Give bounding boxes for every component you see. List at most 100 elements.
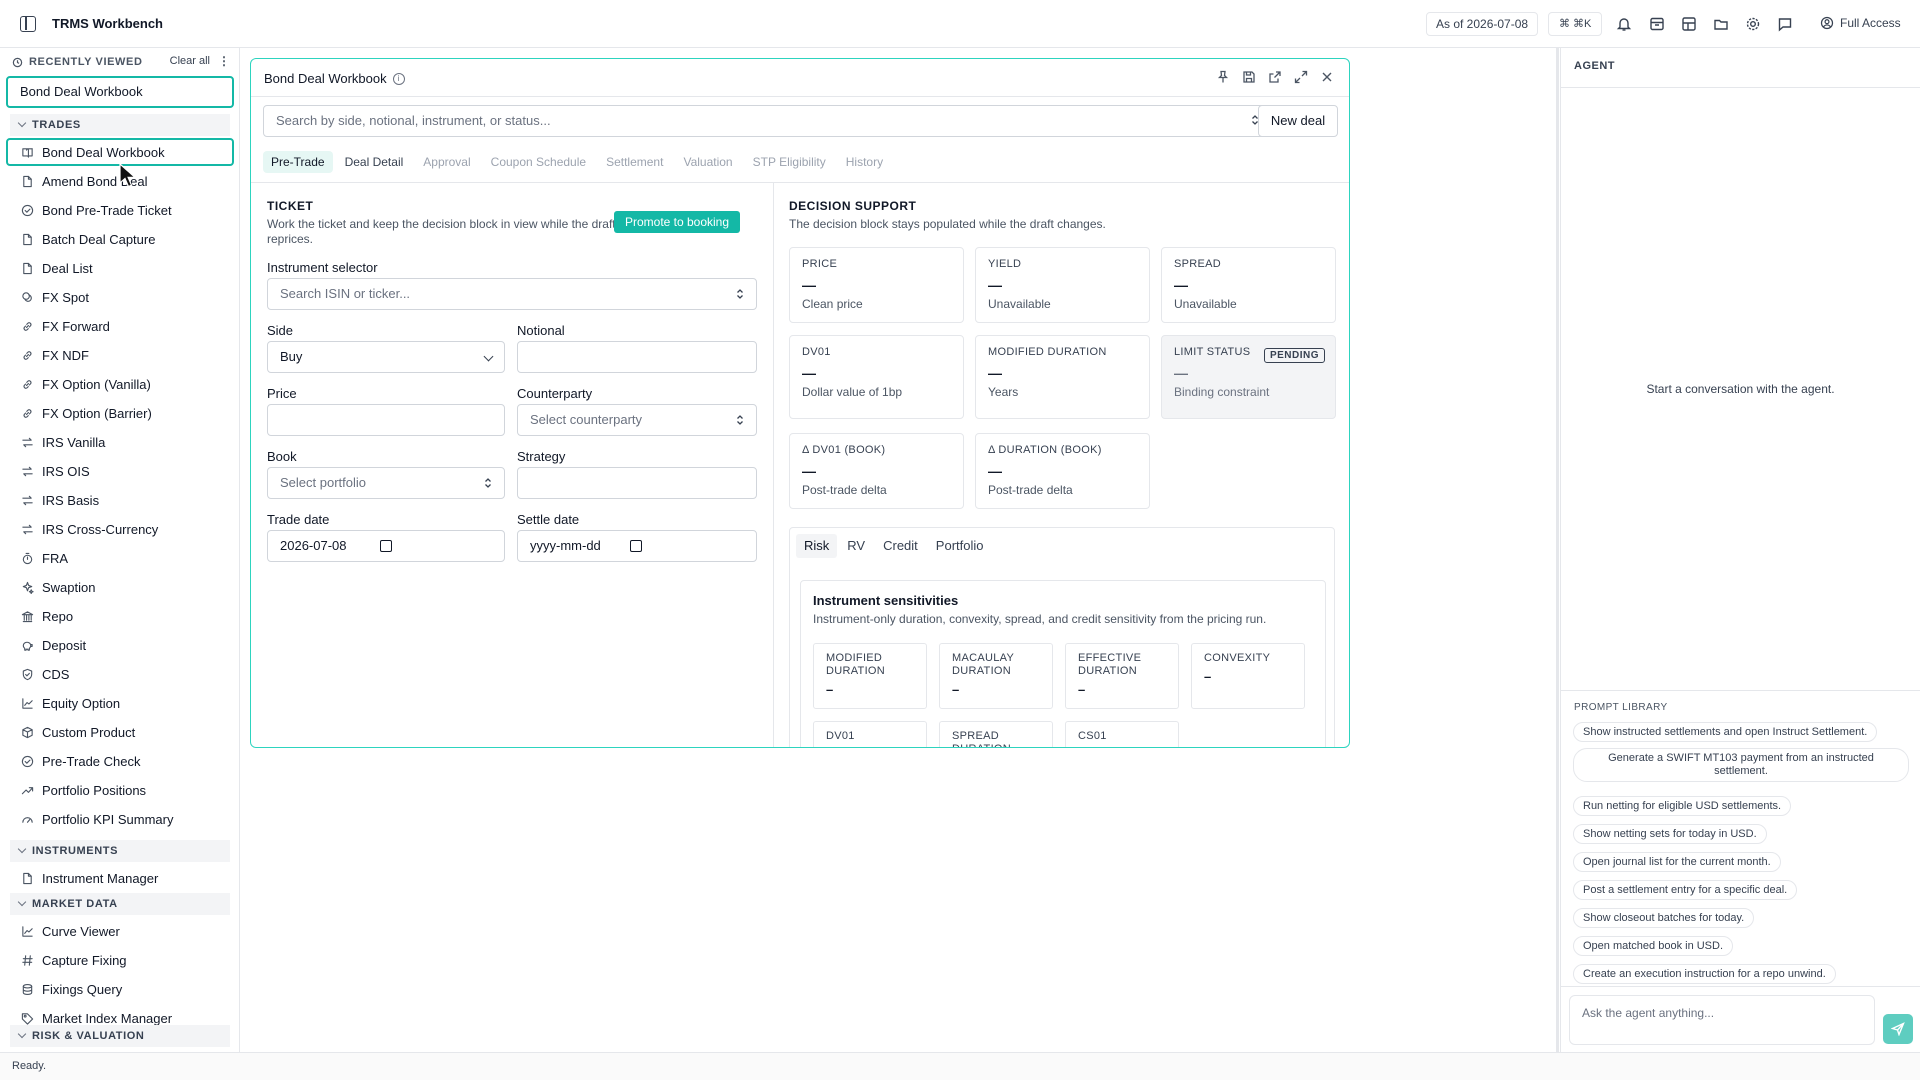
agent-panel: AGENT Start a conversation with the agen… xyxy=(1560,48,1920,1052)
sensitivity-card-modified-duration: MODIFIED DURATION – xyxy=(813,643,927,709)
sidebar-item-portfolio-positions[interactable]: Portfolio Positions xyxy=(6,776,234,804)
clear-all-button[interactable]: Clear all xyxy=(170,55,210,67)
sidebar-item-pre-trade-check[interactable]: Pre-Trade Check xyxy=(6,747,234,775)
sensitivity-label: DV01 xyxy=(826,730,855,742)
close-icon[interactable] xyxy=(1320,70,1336,86)
sidebar-item-bond-pre-trade-ticket[interactable]: Bond Pre-Trade Ticket xyxy=(6,196,234,224)
prompt-chip[interactable]: Generate a SWIFT MT103 payment from an i… xyxy=(1573,748,1909,782)
tab-risk[interactable]: Risk xyxy=(796,534,838,558)
as-of-date[interactable]: As of 2026-07-08 xyxy=(1426,12,1539,36)
metric-card-modified-duration: MODIFIED DURATION — Years xyxy=(975,335,1150,419)
more-options-icon[interactable]: ⋮ xyxy=(218,54,230,68)
sensitivity-card-effective-duration: EFFECTIVE DURATION – xyxy=(1065,643,1179,709)
sidebar-item-deposit[interactable]: Deposit xyxy=(6,631,234,659)
sidebar-item-repo[interactable]: Repo xyxy=(6,602,234,630)
deal-search-input[interactable]: Search by side, notional, instrument, or… xyxy=(263,105,1266,137)
sidebar-item-cds[interactable]: CDS xyxy=(6,660,234,688)
sidebar-item-label: FX NDF xyxy=(42,347,89,363)
prompt-chip[interactable]: Show closeout batches for today. xyxy=(1573,908,1755,928)
sensitivity-card-cs01: CS01 xyxy=(1065,721,1179,747)
sidebar-item-fx-forward[interactable]: FX Forward xyxy=(6,312,234,340)
sidebar-item-portfolio-kpi-summary[interactable]: Portfolio KPI Summary xyxy=(6,805,234,833)
prompt-chip[interactable]: Open journal list for the current month. xyxy=(1573,852,1781,872)
tab-portfolio[interactable]: Portfolio xyxy=(928,534,992,558)
info-icon[interactable]: i xyxy=(392,72,405,85)
prompt-chip[interactable]: Post a settlement entry for a specific d… xyxy=(1573,880,1798,900)
sidebar-item-instrument-manager[interactable]: Instrument Manager xyxy=(6,864,234,892)
tab-credit[interactable]: Credit xyxy=(875,534,926,558)
sidebar-item-irs-ois[interactable]: IRS OIS xyxy=(6,457,234,485)
prompt-chip[interactable]: Run netting for eligible USD settlements… xyxy=(1573,796,1792,816)
side-label: Side xyxy=(267,323,294,338)
sidebar-toggle-icon[interactable] xyxy=(20,16,36,32)
recent-item[interactable]: Bond Deal Workbook xyxy=(6,76,234,108)
gauge-icon xyxy=(20,812,34,826)
prompt-chip[interactable]: Create an execution instruction for a re… xyxy=(1573,964,1836,984)
book-select[interactable]: Select portfolio xyxy=(267,467,505,499)
tab-stp-eligibility[interactable]: STP Eligibility xyxy=(745,151,834,173)
section-trades[interactable]: TRADES xyxy=(10,114,230,136)
settle-date-input[interactable]: yyyy-mm-dd xyxy=(517,530,757,562)
prompt-chip[interactable]: Show instructed settlements and open Ins… xyxy=(1573,722,1878,742)
strategy-label: Strategy xyxy=(517,449,566,464)
promote-to-booking-button[interactable]: Promote to booking xyxy=(614,211,740,233)
sidebar-item-label: IRS Vanilla xyxy=(42,434,106,450)
sidebar-item-custom-product[interactable]: Custom Product xyxy=(6,718,234,746)
tab-approval[interactable]: Approval xyxy=(415,151,478,173)
send-button[interactable] xyxy=(1883,1014,1913,1044)
sidebar-item-fixings-query[interactable]: Fixings Query xyxy=(6,975,234,1003)
sidebar-item-irs-vanilla[interactable]: IRS Vanilla xyxy=(6,428,234,456)
tab-settlement[interactable]: Settlement xyxy=(598,151,671,173)
tab-coupon-schedule[interactable]: Coupon Schedule xyxy=(483,151,594,173)
sidebar-item-irs-basis[interactable]: IRS Basis xyxy=(6,486,234,514)
strategy-input[interactable] xyxy=(517,467,757,499)
prompt-chip[interactable]: Open matched book in USD. xyxy=(1573,936,1734,956)
sidebar-item-fra[interactable]: FRA xyxy=(6,544,234,572)
pin-icon[interactable] xyxy=(1216,70,1232,86)
trade-date-input[interactable]: 2026-07-08 xyxy=(267,530,505,562)
access-level[interactable]: Full Access xyxy=(1820,16,1901,30)
tab-valuation[interactable]: Valuation xyxy=(675,151,740,173)
notional-input[interactable] xyxy=(517,341,757,373)
sidebar-item-bond-deal-workbook[interactable]: Bond Deal Workbook xyxy=(6,138,234,166)
archive-icon[interactable] xyxy=(1648,15,1666,33)
price-input[interactable] xyxy=(267,404,505,436)
chat-icon[interactable] xyxy=(1776,15,1794,33)
sidebar-item-deal-list[interactable]: Deal List xyxy=(6,254,234,282)
sidebar-item-fx-ndf[interactable]: FX NDF xyxy=(6,341,234,369)
folder-icon[interactable] xyxy=(1712,15,1730,33)
box-icon xyxy=(20,725,34,739)
section-market-data[interactable]: MARKET DATA xyxy=(10,893,230,915)
expand-icon[interactable] xyxy=(1294,70,1310,86)
counterparty-select[interactable]: Select counterparty xyxy=(517,404,757,436)
sidebar-item-fx-option-vanilla[interactable]: FX Option (Vanilla) xyxy=(6,370,234,398)
side-select[interactable]: Buy xyxy=(267,341,505,373)
new-deal-button[interactable]: New deal xyxy=(1258,105,1338,137)
section-risk-valuation[interactable]: RISK & VALUATION xyxy=(10,1025,230,1047)
tab-rv[interactable]: RV xyxy=(839,534,873,558)
bell-icon[interactable] xyxy=(1615,15,1633,33)
tab-deal-detail[interactable]: Deal Detail xyxy=(337,151,412,173)
sidebar-item-fx-option-barrier[interactable]: FX Option (Barrier) xyxy=(6,399,234,427)
layout-icon[interactable] xyxy=(1680,15,1698,33)
doc-icon xyxy=(20,174,34,188)
prompt-chip[interactable]: Show netting sets for today in USD. xyxy=(1573,824,1767,844)
sidebar-item-equity-option[interactable]: Equity Option xyxy=(6,689,234,717)
recently-viewed-header: RECENTLY VIEWED Clear all ⋮ xyxy=(12,54,232,70)
section-instruments[interactable]: INSTRUMENTS xyxy=(10,840,230,862)
sidebar-item-fx-spot[interactable]: FX Spot xyxy=(6,283,234,311)
sidebar-item-capture-fixing[interactable]: Capture Fixing xyxy=(6,946,234,974)
external-link-icon[interactable] xyxy=(1268,70,1284,86)
agent-ask-input[interactable]: Ask the agent anything... xyxy=(1569,995,1875,1045)
sidebar-item-curve-viewer[interactable]: Curve Viewer xyxy=(6,917,234,945)
tab-history[interactable]: History xyxy=(838,151,891,173)
tab-pre-trade[interactable]: Pre-Trade xyxy=(263,151,333,173)
sidebar-item-swaption[interactable]: Swaption xyxy=(6,573,234,601)
instrument-selector[interactable]: Search ISIN or ticker... xyxy=(267,278,757,310)
gear-icon[interactable] xyxy=(1744,15,1762,33)
command-palette-shortcut[interactable]: ⌘ ⌘K xyxy=(1548,12,1603,36)
agent-resize-handle[interactable] xyxy=(1556,48,1559,1052)
sidebar-item-batch-deal-capture[interactable]: Batch Deal Capture xyxy=(6,225,234,253)
sidebar-item-irs-cross-currency[interactable]: IRS Cross-Currency xyxy=(6,515,234,543)
save-icon[interactable] xyxy=(1242,70,1258,86)
